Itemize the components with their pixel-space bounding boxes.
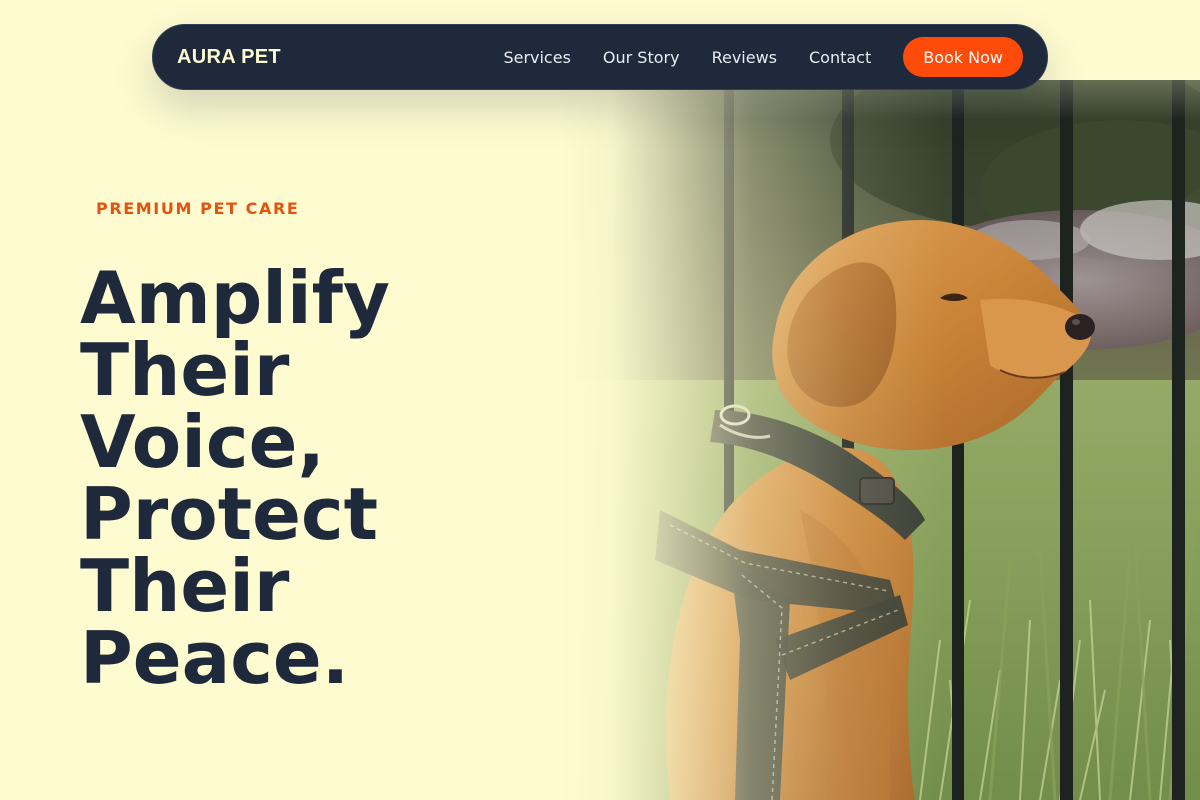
nav-links: Services Our Story Reviews Contact <box>503 48 871 67</box>
nav-link-reviews[interactable]: Reviews <box>712 48 777 67</box>
hero-eyebrow: PREMIUM PET CARE <box>96 199 300 218</box>
headline-line: Their <box>80 544 290 628</box>
headline-line: Their <box>80 328 290 412</box>
landing-page: AURA PET Services Our Story Reviews Cont… <box>0 0 1200 800</box>
headline-line: Peace. <box>80 616 350 700</box>
nav-link-contact[interactable]: Contact <box>809 48 871 67</box>
headline-line: Amplify <box>80 256 390 340</box>
brand-logo[interactable]: AURA PET <box>177 46 281 69</box>
dog-photo-illustration <box>560 80 1200 800</box>
top-navbar: AURA PET Services Our Story Reviews Cont… <box>152 24 1048 90</box>
nav-link-services[interactable]: Services <box>503 48 570 67</box>
hero-image <box>560 80 1200 800</box>
book-now-button[interactable]: Book Now <box>903 37 1023 77</box>
hero-headline: Amplify Their Voice, Protect Their Peace… <box>80 262 520 694</box>
nav-link-our-story[interactable]: Our Story <box>603 48 680 67</box>
headline-line: Voice, <box>80 400 325 484</box>
headline-line: Protect <box>80 472 379 556</box>
